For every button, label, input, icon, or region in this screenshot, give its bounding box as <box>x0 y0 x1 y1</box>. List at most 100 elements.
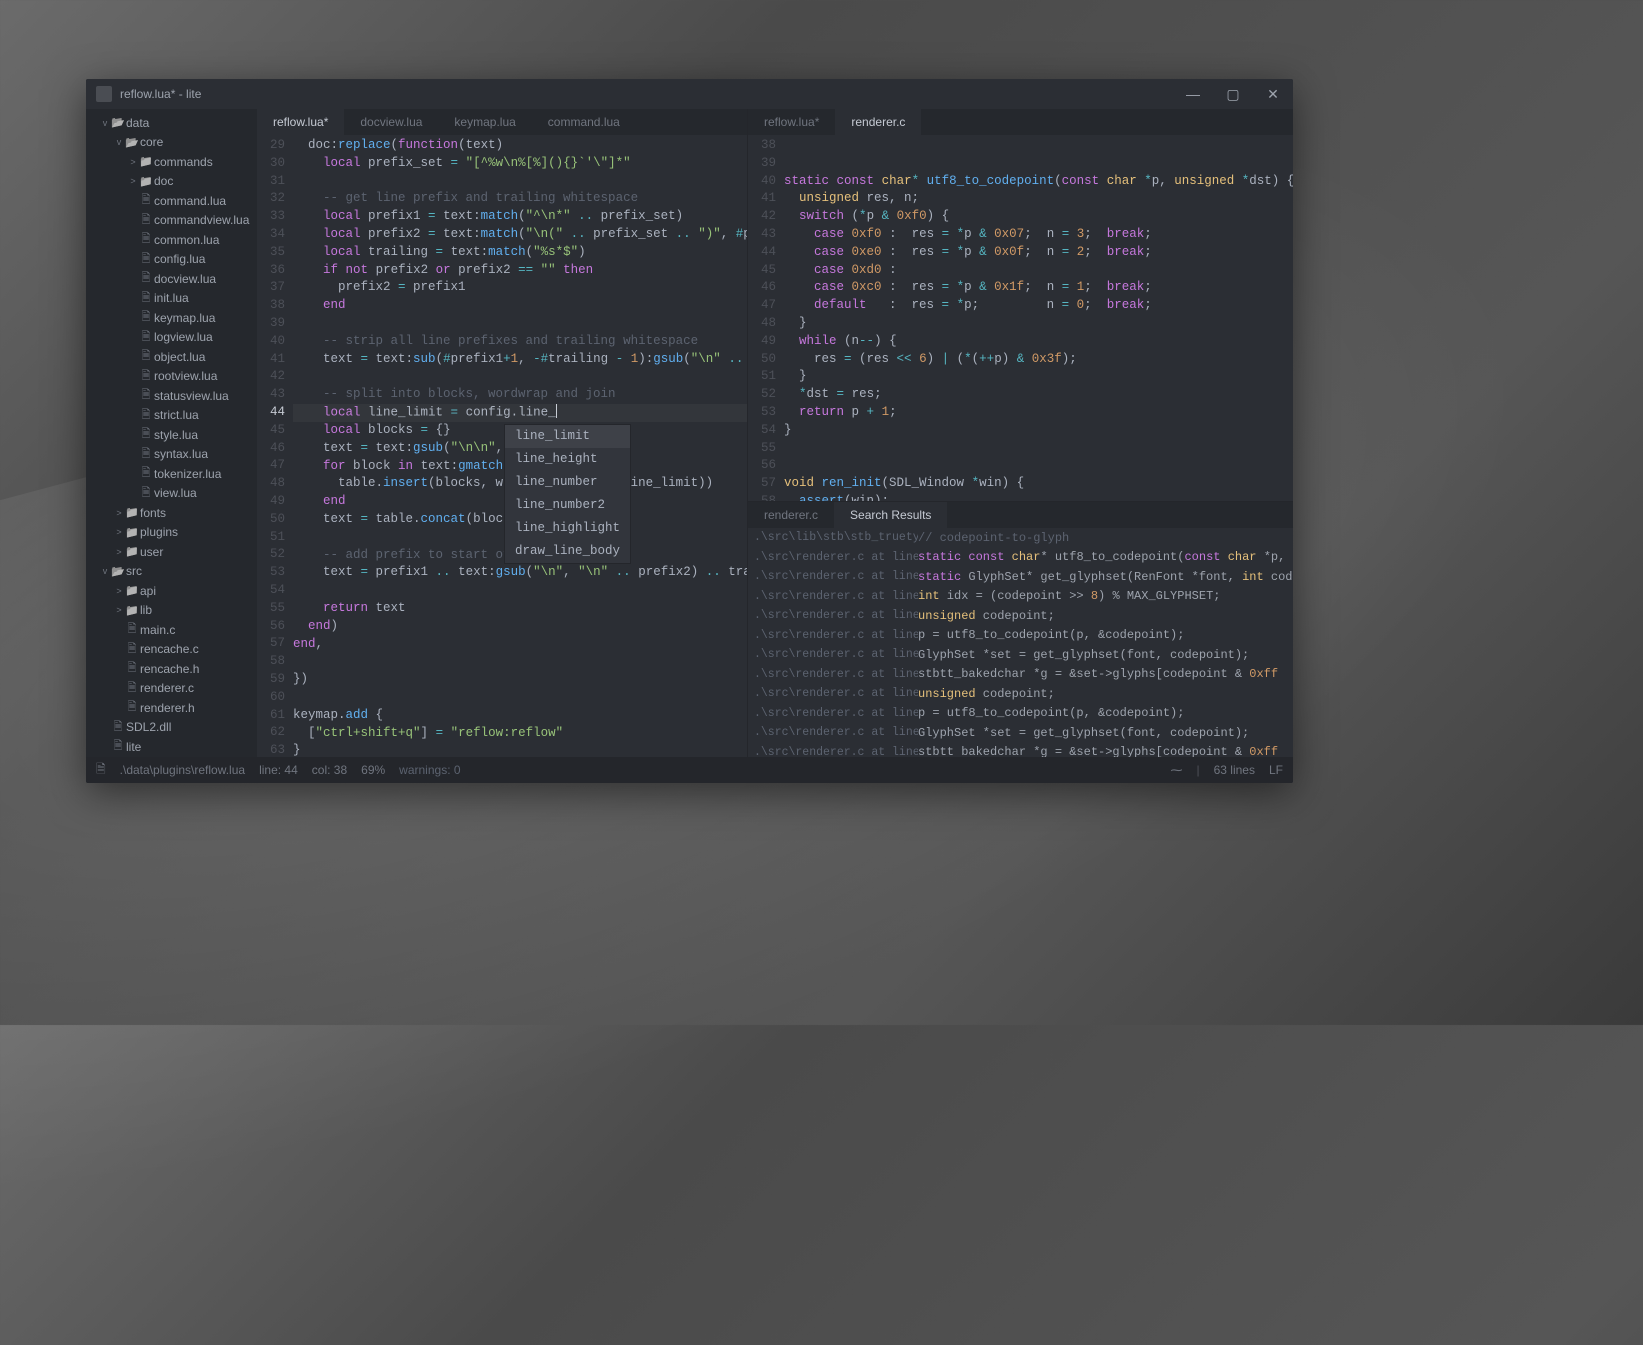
active-line-highlight <box>293 404 747 422</box>
search-result-row[interactable]: .\src\renderer.c at line 147 (col 50):st… <box>748 567 1293 587</box>
left-tab-command-lua[interactable]: command.lua <box>532 109 636 135</box>
tree-item-statusview-lua[interactable]: statusview.lua <box>86 386 257 406</box>
tree-item-lib[interactable]: >lib <box>86 601 257 621</box>
file-tree[interactable]: vdatavcore>commands>doccommand.lua comman… <box>86 109 257 757</box>
search-result-row[interactable]: .\src\renderer.c at line 330 (col 40): G… <box>748 723 1293 743</box>
right-code-area[interactable]: 3839404142434445464748495051525354555657… <box>748 135 1293 501</box>
tree-item-tokenizer-lua[interactable]: tokenizer.lua <box>86 464 257 484</box>
search-result-row[interactable]: .\src\lib\stb\stb_truetype.h at line 480… <box>748 528 1293 548</box>
autocomplete-item[interactable]: line_height <box>505 448 630 471</box>
tree-item-docview-lua[interactable]: docview.lua <box>86 269 257 289</box>
autocomplete-item[interactable]: line_number <box>505 471 630 494</box>
tree-item-common-lua[interactable]: common.lua <box>86 230 257 250</box>
search-result-location: .\src\renderer.c at line 329 (col 17): <box>748 707 918 720</box>
close-button[interactable]: ✕ <box>1253 79 1293 109</box>
tree-item-main-c[interactable]: main.c <box>86 620 257 640</box>
status-col: col: 38 <box>312 763 347 777</box>
file-icon: 🗎 <box>96 760 106 781</box>
tree-item-rencache-h[interactable]: rencache.h <box>86 659 257 679</box>
tree-item-object-lua[interactable]: object.lua <box>86 347 257 367</box>
autocomplete-popup[interactable]: line_limitline_heightline_numberline_num… <box>504 424 631 564</box>
search-result-row[interactable]: .\src\renderer.c at line 224 (col 17): p… <box>748 626 1293 646</box>
autocomplete-item[interactable]: line_number2 <box>505 494 630 517</box>
tree-item-commandview-lua[interactable]: commandview.lua <box>86 211 257 231</box>
search-results-list[interactable]: .\src\lib\stb\stb_truetype.h at line 480… <box>748 528 1293 757</box>
minimize-button[interactable]: — <box>1173 79 1213 109</box>
tree-item-user[interactable]: >user <box>86 542 257 562</box>
left-code-area[interactable]: 2930313233343536373839404142434445464748… <box>257 135 747 757</box>
tree-item-label: tokenizer.lua <box>154 467 221 481</box>
search-result-row[interactable]: .\src\renderer.c at line 329 (col 17): p… <box>748 704 1293 724</box>
tree-item-api[interactable]: >api <box>86 581 257 601</box>
autocomplete-item[interactable]: draw_line_body <box>505 540 630 563</box>
tree-item-plugins[interactable]: >plugins <box>86 523 257 543</box>
autocomplete-item[interactable]: line_highlight <box>505 517 630 540</box>
search-result-row[interactable]: .\src\renderer.c at line 226 (col 39): s… <box>748 665 1293 685</box>
file-icon <box>138 445 154 464</box>
tree-item-command-lua[interactable]: command.lua <box>86 191 257 211</box>
tree-item-logview-lua[interactable]: logview.lua <box>86 328 257 348</box>
tree-item-label: lib <box>140 603 152 617</box>
maximize-button[interactable]: ▢ <box>1213 79 1253 109</box>
tree-item-commands[interactable]: >commands <box>86 152 257 172</box>
left-tab-docview-lua[interactable]: docview.lua <box>344 109 438 135</box>
autocomplete-item[interactable]: line_limit <box>505 425 630 448</box>
search-tab-Search-Results[interactable]: Search Results <box>834 502 947 528</box>
file-icon <box>138 289 154 308</box>
file-icon <box>124 698 140 717</box>
tree-item-rencache-c[interactable]: rencache.c <box>86 640 257 660</box>
tree-item-lite[interactable]: lite <box>86 737 257 757</box>
tree-item-data[interactable]: vdata <box>86 113 257 133</box>
left-tab-keymap-lua[interactable]: keymap.lua <box>438 109 531 135</box>
search-result-row[interactable]: .\src\renderer.c at line 41 (col 28):sta… <box>748 548 1293 568</box>
tree-item-label: core <box>140 135 163 149</box>
file-icon <box>124 659 140 678</box>
tree-item-syntax-lua[interactable]: syntax.lua <box>86 445 257 465</box>
tree-item-label: rencache.c <box>140 642 199 656</box>
tree-item-style-lua[interactable]: style.lua <box>86 425 257 445</box>
search-result-location: .\src\renderer.c at line 148 (col 14): <box>748 590 918 603</box>
file-icon <box>138 367 154 386</box>
tree-item-label: commandview.lua <box>154 213 249 227</box>
search-result-row[interactable]: .\src\renderer.c at line 331 (col 39): s… <box>748 743 1293 758</box>
graph-icon[interactable]: ⁓ <box>1170 763 1182 777</box>
search-result-row[interactable]: .\src\renderer.c at line 222 (col 12): u… <box>748 606 1293 626</box>
left-tab-reflow-lua-[interactable]: reflow.lua* <box>257 109 344 135</box>
search-result-row[interactable]: .\src\renderer.c at line 327 (col 12): u… <box>748 684 1293 704</box>
tree-item-renderer-h[interactable]: renderer.h <box>86 698 257 718</box>
search-tab-bar[interactable]: renderer.cSearch Results <box>748 502 1293 528</box>
tree-item-view-lua[interactable]: view.lua <box>86 484 257 504</box>
tree-item-strict-lua[interactable]: strict.lua <box>86 406 257 426</box>
tree-item-SDL2-dll[interactable]: SDL2.dll <box>86 718 257 738</box>
search-result-code: stbtt bakedchar *g = &set->glyphs[codepo… <box>918 745 1278 757</box>
tree-item-keymap-lua[interactable]: keymap.lua <box>86 308 257 328</box>
tree-item-fonts[interactable]: >fonts <box>86 503 257 523</box>
right-tab-bar[interactable]: reflow.lua*renderer.c <box>748 109 1293 135</box>
titlebar[interactable]: reflow.lua* - lite — ▢ ✕ <box>86 79 1293 109</box>
tree-item-label: init.lua <box>154 291 189 305</box>
search-result-row[interactable]: .\src\renderer.c at line 225 (col 40): G… <box>748 645 1293 665</box>
tree-item-doc[interactable]: >doc <box>86 172 257 192</box>
tree-item-core[interactable]: vcore <box>86 133 257 153</box>
window-title: reflow.lua* - lite <box>120 87 201 101</box>
tree-item-renderer-c[interactable]: renderer.c <box>86 679 257 699</box>
folder-icon <box>124 136 140 149</box>
tree-item-label: syntax.lua <box>154 447 208 461</box>
file-icon <box>138 484 154 503</box>
status-total-lines: 63 lines <box>1214 763 1255 777</box>
right-code[interactable]: static const char* utf8_to_codepoint(con… <box>784 135 1293 501</box>
tree-item-label: lite <box>126 740 141 754</box>
right-tab-renderer-c[interactable]: renderer.c <box>835 109 921 135</box>
left-tab-bar[interactable]: reflow.lua*docview.luakeymap.luacommand.… <box>257 109 747 135</box>
tree-item-rootview-lua[interactable]: rootview.lua <box>86 367 257 387</box>
file-icon <box>138 406 154 425</box>
tree-item-label: doc <box>154 174 173 188</box>
tree-item-label: commands <box>154 155 213 169</box>
right-tab-reflow-lua-[interactable]: reflow.lua* <box>748 109 835 135</box>
tree-item-config-lua[interactable]: config.lua <box>86 250 257 270</box>
search-tab-renderer-c[interactable]: renderer.c <box>748 502 834 528</box>
tree-item-init-lua[interactable]: init.lua <box>86 289 257 309</box>
search-result-row[interactable]: .\src\renderer.c at line 148 (col 14): i… <box>748 587 1293 607</box>
file-icon <box>124 679 140 698</box>
tree-item-src[interactable]: vsrc <box>86 562 257 582</box>
